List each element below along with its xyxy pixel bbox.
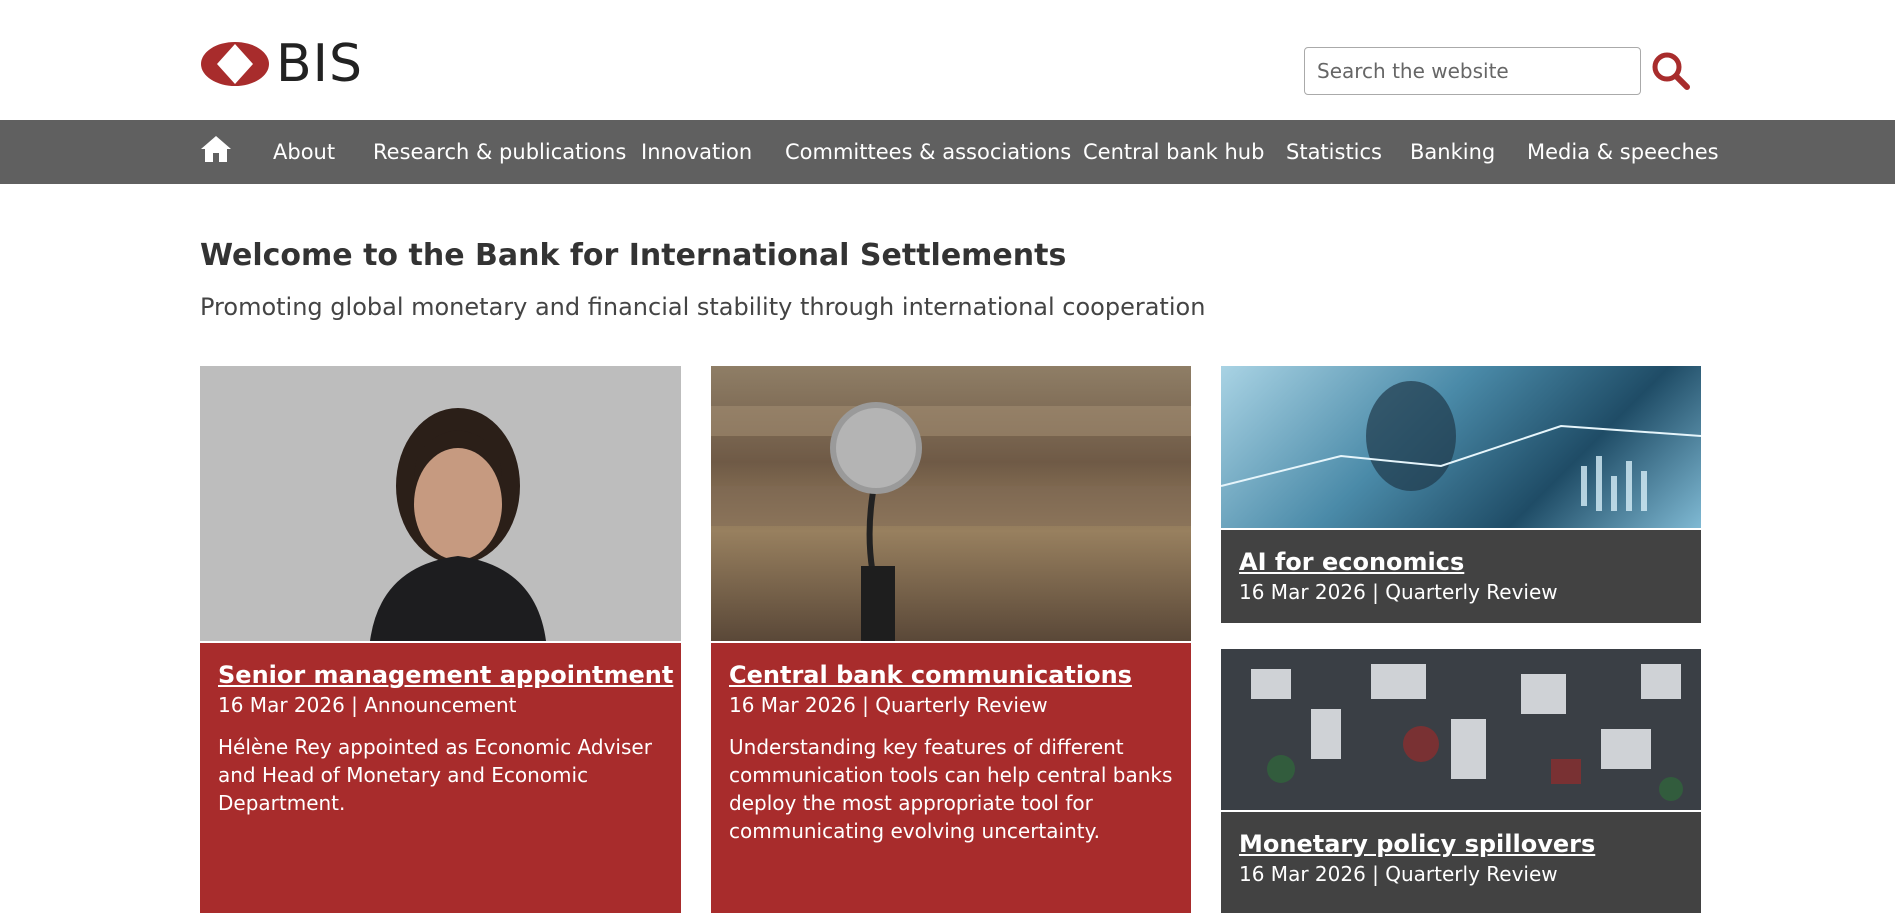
nav-item-banking[interactable]: Banking	[1410, 120, 1495, 184]
page-subtitle: Promoting global monetary and financial …	[200, 293, 1206, 321]
card-panel: Monetary policy spillovers 16 Mar 2026 |…	[1221, 812, 1701, 913]
card-central-bank-communications[interactable]: Central bank communications 16 Mar 2026 …	[711, 366, 1191, 913]
card-panel: Central bank communications 16 Mar 2026 …	[711, 643, 1191, 913]
card-senior-management[interactable]: Senior management appointment 16 Mar 202…	[200, 366, 681, 913]
card-panel: Senior management appointment 16 Mar 202…	[200, 643, 681, 913]
card-title-link[interactable]: AI for economics	[1239, 548, 1683, 576]
card-ai-for-economics[interactable]: AI for economics 16 Mar 2026 | Quarterly…	[1221, 366, 1701, 623]
search-input[interactable]	[1304, 47, 1641, 95]
bis-logo-emblem	[201, 42, 269, 86]
ai-economics-image	[1221, 366, 1701, 528]
card-meta: 16 Mar 2026 | Quarterly Review	[1239, 580, 1558, 604]
nav-item-about[interactable]: About	[273, 120, 335, 184]
search-icon	[1652, 52, 1690, 90]
search-button[interactable]	[1650, 50, 1692, 92]
card-description: Understanding key features of different …	[729, 735, 1173, 843]
card-title-link[interactable]: Senior management appointment	[218, 661, 673, 689]
card-meta: 16 Mar 2026 | Announcement	[218, 693, 517, 717]
page-title: Welcome to the Bank for International Se…	[200, 238, 1067, 273]
nav-item-innovation[interactable]: Innovation	[641, 120, 752, 184]
logo-text: BIS	[276, 34, 364, 94]
nav-item-media-speeches[interactable]: Media & speeches	[1527, 120, 1719, 184]
city-aerial-image	[1221, 649, 1701, 810]
card-meta: 16 Mar 2026 | Quarterly Review	[1239, 862, 1558, 886]
card-title-link[interactable]: Central bank communications	[729, 661, 1173, 689]
card-meta: 16 Mar 2026 | Quarterly Review	[729, 693, 1048, 717]
site-header: BIS	[0, 0, 1895, 120]
home-icon	[201, 136, 231, 162]
microphone-image	[711, 366, 1191, 641]
card-panel: AI for economics 16 Mar 2026 | Quarterly…	[1221, 530, 1701, 623]
card-title-link[interactable]: Monetary policy spillovers	[1239, 830, 1683, 858]
card-monetary-policy-spillovers[interactable]: Monetary policy spillovers 16 Mar 2026 |…	[1221, 649, 1701, 913]
nav-home-link[interactable]	[200, 134, 234, 166]
portrait-image	[200, 366, 681, 641]
nav-item-statistics[interactable]: Statistics	[1286, 120, 1382, 184]
bis-logo[interactable]: BIS	[200, 34, 363, 94]
nav-item-committees-associations[interactable]: Committees & associations	[785, 120, 1071, 184]
card-description: Hélène Rey appointed as Economic Adviser…	[218, 735, 652, 815]
main-nav: About Research & publications Innovation…	[0, 120, 1895, 184]
nav-item-research-publications[interactable]: Research & publications	[373, 120, 626, 184]
nav-item-central-bank-hub[interactable]: Central bank hub	[1083, 120, 1264, 184]
